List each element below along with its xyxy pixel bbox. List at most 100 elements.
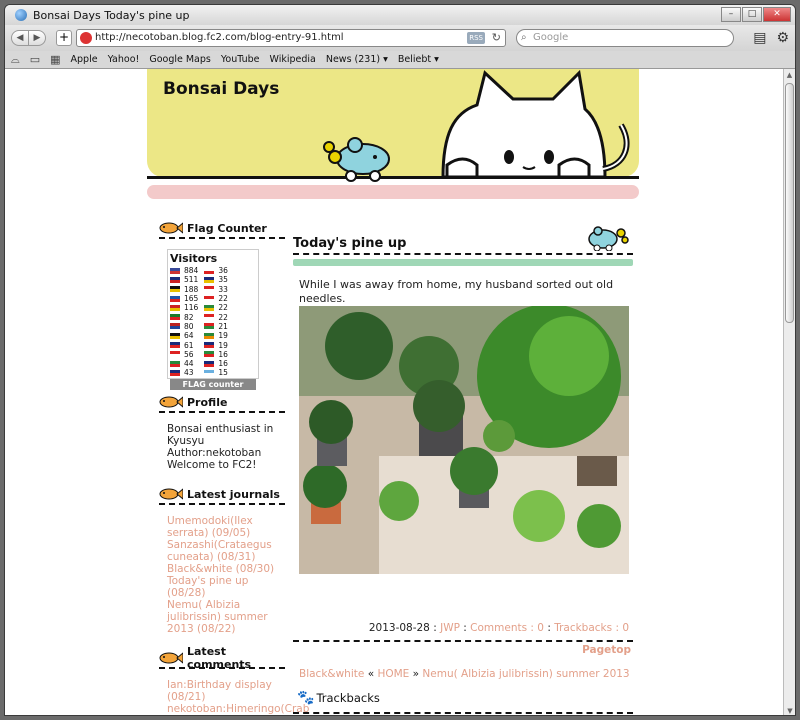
country-flag-icon: [204, 342, 215, 349]
post-body: While I was away from home, my husband s…: [299, 278, 614, 305]
flag-row: 15: [204, 368, 228, 377]
journal-link[interactable]: Sanzashi(Crataegus cuneata) (08/31): [167, 539, 285, 563]
vertical-scrollbar[interactable]: ▲ ▼: [783, 69, 795, 715]
next-post-link[interactable]: Nemu( Albizia julibrissin) summer 2013: [422, 668, 629, 680]
browser-window: Bonsai Days Today's pine up – □ ✕ ◀ ▶ + …: [4, 4, 796, 716]
bookmark-youtube[interactable]: YouTube: [221, 54, 260, 65]
journal-link[interactable]: Black&white (08/30): [167, 563, 285, 575]
scroll-up-arrow-icon[interactable]: ▲: [784, 69, 795, 81]
rss-icon[interactable]: RSS: [467, 32, 485, 44]
comment-link[interactable]: nekotoban:Himeringo(Crab apple/Malus×: [167, 703, 309, 715]
profile-line: Welcome to FC2!: [167, 459, 257, 471]
flag-row: 22: [204, 312, 228, 322]
blog-header: Bonsai Days: [147, 69, 639, 201]
reading-glasses-icon[interactable]: ⌓: [11, 53, 20, 67]
back-button[interactable]: ◀: [11, 30, 29, 46]
flag-row: 82: [170, 312, 198, 322]
country-flag-icon: [170, 332, 180, 339]
profile-heading: Profile: [159, 393, 285, 413]
country-flag-icon: [204, 314, 215, 321]
title-bar: Bonsai Days Today's pine up – □ ✕: [5, 5, 795, 25]
comments-link[interactable]: Comments : 0: [470, 622, 544, 634]
country-flag-icon: [204, 360, 215, 367]
flag-count: 19: [218, 340, 228, 350]
post-divider: [293, 640, 633, 642]
flag-row: 116: [170, 303, 198, 312]
flag-count: 35: [218, 275, 228, 285]
reload-icon[interactable]: ↻: [492, 30, 501, 46]
comment-link[interactable]: Ian:Birthday display (08/21): [167, 679, 285, 703]
minimize-button[interactable]: –: [721, 7, 741, 22]
flag-count: 511: [184, 275, 199, 285]
bookmark-google-maps[interactable]: Google Maps: [149, 54, 211, 65]
flag-row: 19: [204, 340, 228, 350]
page-menu-icon[interactable]: ▤: [753, 30, 766, 46]
latest-comments-list: Ian:Birthday display (08/21) nekotoban:H…: [167, 679, 309, 715]
forward-button[interactable]: ▶: [28, 30, 46, 46]
trackbacks-link[interactable]: Trackbacks : 0: [554, 622, 629, 634]
bookmark-apple[interactable]: Apple: [71, 54, 98, 65]
flag-count: 884: [184, 266, 199, 276]
search-input[interactable]: ⌕ Google: [516, 29, 734, 47]
fish-icon: [159, 222, 183, 234]
flag-row: 36: [204, 266, 228, 275]
bonsai-pine-photo[interactable]: [299, 306, 629, 574]
settings-gear-icon[interactable]: ⚙: [776, 30, 789, 46]
journal-link[interactable]: Nemu( Albizia julibrissin) summer 2013 (…: [167, 599, 285, 635]
flag-row: 511: [170, 275, 198, 284]
windup-mouse-icon: [323, 137, 390, 182]
pagetop-link[interactable]: Pagetop: [293, 644, 633, 656]
country-flag-icon: [204, 332, 215, 339]
flag-row: 884: [170, 266, 198, 275]
bookmark-beliebt[interactable]: Beliebt ▾: [398, 54, 439, 65]
flag-row: 35: [204, 275, 228, 284]
browser-toolbar: ◀ ▶ + http://necotoban.blog.fc2.com/blog…: [5, 25, 795, 51]
post-header: Today's pine up: [293, 219, 633, 255]
latest-comments-title: Latest comments: [187, 645, 252, 671]
flag-row: 22: [204, 303, 228, 312]
address-bar[interactable]: http://necotoban.blog.fc2.com/blog-entry…: [76, 29, 506, 47]
bookmark-yahoo[interactable]: Yahoo!: [108, 54, 140, 65]
country-flag-icon: [204, 286, 215, 293]
country-flag-icon: [170, 369, 180, 376]
flag-count: 33: [218, 284, 228, 294]
flag-row: 44: [170, 359, 198, 368]
add-bookmark-button[interactable]: +: [56, 30, 72, 46]
country-flag-icon: [204, 304, 215, 311]
grid-icon[interactable]: ▦: [50, 53, 60, 66]
post-title[interactable]: Today's pine up: [293, 236, 406, 251]
maximize-button[interactable]: □: [742, 7, 762, 22]
flag-counter-widget[interactable]: Visitors 884 511 188 165 116 82 80 64 61 56 44 43 3…: [167, 249, 259, 390]
post-date: 2013-08-28: [368, 622, 430, 634]
journal-link[interactable]: Umemodoki(Ilex serrata) (09/05): [167, 515, 285, 539]
scroll-down-arrow-icon[interactable]: ▼: [784, 705, 795, 715]
country-flag-icon: [170, 314, 180, 321]
sidebar: Flag Counter Visitors 884 511 188 165 116 82 8…: [159, 219, 309, 715]
flag-row: 19: [204, 331, 228, 340]
bookmark-news[interactable]: News (231) ▾: [326, 54, 388, 65]
flag-count: 19: [218, 331, 228, 341]
book-icon[interactable]: ▭: [30, 53, 40, 66]
page-viewport: Bonsai Days Flag Counter Visitors 884 51…: [5, 69, 785, 715]
safari-globe-icon: [15, 9, 27, 21]
journal-link[interactable]: Today's pine up (08/28): [167, 575, 285, 599]
visitors-label: Visitors: [170, 252, 218, 265]
profile-text: Bonsai enthusiast in Kyusyu Author:nekot…: [167, 423, 285, 471]
flag-count: 61: [184, 340, 194, 350]
profile-title: Profile: [187, 395, 228, 409]
flag-column-left: 884 511 188 165 116 82 80 64 61 56 44 43: [170, 266, 198, 378]
flag-row: 188: [170, 285, 198, 294]
scroll-thumb[interactable]: [785, 83, 794, 323]
flag-row: 165: [170, 294, 198, 303]
prev-post-link[interactable]: Black&white: [299, 668, 364, 680]
close-button[interactable]: ✕: [763, 7, 791, 22]
bookmark-wikipedia[interactable]: Wikipedia: [270, 54, 316, 65]
country-flag-icon: [204, 267, 215, 274]
latest-journals-list: Umemodoki(Ilex serrata) (09/05) Sanzashi…: [167, 515, 285, 635]
category-link[interactable]: JWP: [440, 622, 460, 634]
flag-row: 33: [204, 285, 228, 294]
country-flag-icon: [170, 342, 180, 349]
home-link[interactable]: HOME: [377, 668, 409, 680]
trackbacks-heading: 🐾 Trackbacks: [297, 690, 633, 706]
flag-counter-title: Flag Counter: [187, 221, 267, 235]
